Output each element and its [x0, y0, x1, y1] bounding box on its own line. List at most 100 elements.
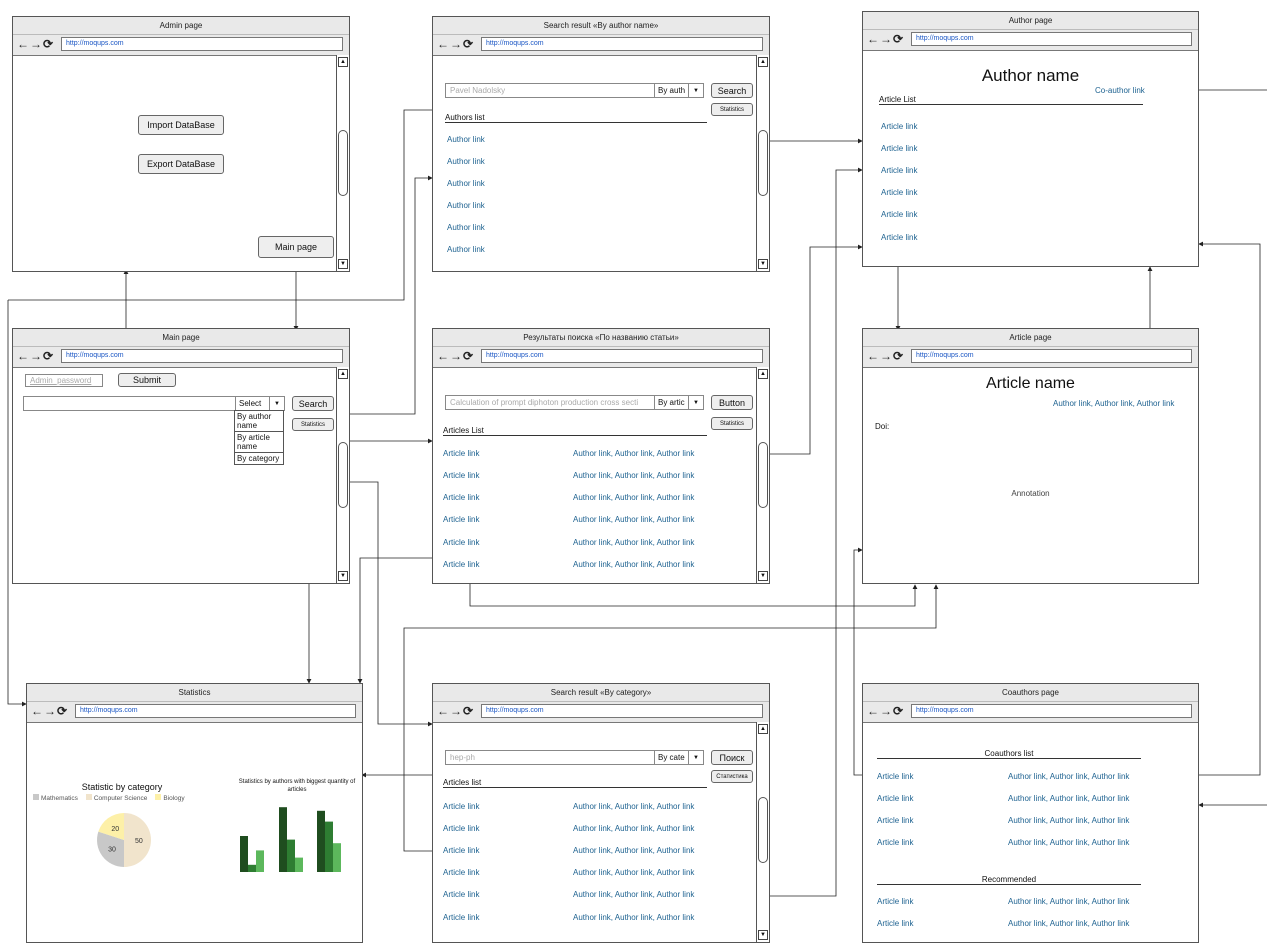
nav-icons[interactable]: ←→⟳: [437, 704, 474, 718]
author-links[interactable]: Author link, Author link, Author link: [573, 802, 694, 811]
author-links[interactable]: Author link, Author link, Author link: [573, 824, 694, 833]
author-links[interactable]: Author link, Author link, Author link: [573, 449, 694, 458]
article-link[interactable]: Article link: [877, 897, 913, 906]
url-field[interactable]: http://moqups.com: [61, 349, 343, 363]
scrollbar[interactable]: ▲ ▼: [336, 367, 349, 583]
article-link[interactable]: Article link: [877, 838, 913, 847]
author-links[interactable]: Author link, Author link, Author link: [573, 471, 694, 480]
scrollbar[interactable]: ▲ ▼: [756, 367, 769, 583]
url-field[interactable]: http://moqups.com: [911, 32, 1192, 46]
article-link[interactable]: Article link: [443, 471, 479, 480]
chevron-down-icon[interactable]: ▼: [688, 84, 703, 97]
article-link[interactable]: Article link: [443, 802, 479, 811]
author-links[interactable]: Author link, Author link, Author link: [573, 493, 694, 502]
url-field[interactable]: http://moqups.com: [481, 349, 763, 363]
article-link[interactable]: Article link: [881, 210, 917, 219]
statistics-button[interactable]: Statistics: [711, 103, 753, 116]
article-link[interactable]: Article link: [877, 919, 913, 928]
url-field[interactable]: http://moqups.com: [911, 349, 1192, 363]
main-page-button[interactable]: Main page: [258, 236, 334, 258]
article-link[interactable]: Article link: [881, 144, 917, 153]
article-link[interactable]: Article link: [443, 538, 479, 547]
url-field[interactable]: http://moqups.com: [61, 37, 343, 51]
scrollbar[interactable]: ▲ ▼: [336, 55, 349, 271]
statistics-button[interactable]: Статистика: [711, 770, 753, 783]
article-link[interactable]: Article link: [443, 824, 479, 833]
author-links[interactable]: Author link, Author link, Author link: [1008, 794, 1129, 803]
author-links[interactable]: Author link, Author link, Author link: [1008, 772, 1129, 781]
author-link[interactable]: Author link: [447, 201, 485, 210]
url-field[interactable]: http://moqups.com: [481, 704, 763, 718]
author-link[interactable]: Author link: [447, 245, 485, 254]
article-link[interactable]: Article link: [443, 868, 479, 877]
article-link[interactable]: Article link: [443, 449, 479, 458]
scrollbar[interactable]: ▲ ▼: [756, 55, 769, 271]
article-link[interactable]: Article link: [443, 890, 479, 899]
search-type-select[interactable]: Select ▼: [235, 396, 285, 411]
author-links[interactable]: Author link, Author link, Author link: [1008, 897, 1129, 906]
button[interactable]: Button: [711, 395, 753, 410]
search-button[interactable]: Поиск: [711, 750, 753, 765]
search-button[interactable]: Search: [711, 83, 753, 98]
search-input[interactable]: Pavel Nadolsky: [445, 83, 657, 98]
author-links[interactable]: Author link, Author link, Author link: [573, 515, 694, 524]
author-links[interactable]: Author link, Author link, Author link: [1053, 399, 1174, 408]
author-links[interactable]: Author link, Author link, Author link: [1008, 838, 1129, 847]
author-link[interactable]: Author link: [447, 223, 485, 232]
author-link[interactable]: Author link: [447, 135, 485, 144]
article-link[interactable]: Article link: [881, 188, 917, 197]
nav-icons[interactable]: ←→⟳: [867, 349, 904, 363]
dropdown-option-author[interactable]: By author name: [235, 411, 283, 432]
author-links[interactable]: Author link, Author link, Author link: [573, 913, 694, 922]
import-database-button[interactable]: Import DataBase: [138, 115, 224, 135]
search-type-select[interactable]: By cate ▼: [654, 750, 704, 765]
article-link[interactable]: Article link: [443, 560, 479, 569]
author-links[interactable]: Author link, Author link, Author link: [573, 538, 694, 547]
nav-icons[interactable]: ←→⟳: [437, 349, 474, 363]
coauthor-link[interactable]: Co-author link: [1095, 86, 1145, 95]
author-link[interactable]: Author link: [447, 179, 485, 188]
admin-password-input[interactable]: Admin_password: [25, 374, 103, 387]
nav-icons[interactable]: ←→⟳: [17, 37, 54, 51]
nav-icons[interactable]: ←→⟳: [31, 704, 68, 718]
article-link[interactable]: Article link: [877, 772, 913, 781]
nav-icons[interactable]: ←→⟳: [867, 32, 904, 46]
url-field[interactable]: http://moqups.com: [481, 37, 763, 51]
export-database-button[interactable]: Export DataBase: [138, 154, 224, 174]
author-links[interactable]: Author link, Author link, Author link: [573, 868, 694, 877]
article-link[interactable]: Article link: [881, 233, 917, 242]
submit-button[interactable]: Submit: [118, 373, 176, 387]
article-link[interactable]: Article link: [881, 166, 917, 175]
author-links[interactable]: Author link, Author link, Author link: [573, 846, 694, 855]
author-links[interactable]: Author link, Author link, Author link: [573, 560, 694, 569]
author-links[interactable]: Author link, Author link, Author link: [573, 890, 694, 899]
author-link[interactable]: Author link: [447, 157, 485, 166]
article-link[interactable]: Article link: [443, 913, 479, 922]
url-field[interactable]: http://moqups.com: [75, 704, 356, 718]
nav-icons[interactable]: ←→⟳: [437, 37, 474, 51]
statistics-button[interactable]: Statistics: [292, 418, 334, 431]
author-links[interactable]: Author link, Author link, Author link: [1008, 816, 1129, 825]
nav-icons[interactable]: ←→⟳: [867, 704, 904, 718]
search-input[interactable]: [23, 396, 237, 411]
statistics-button[interactable]: Statistics: [711, 417, 753, 430]
scrollbar[interactable]: ▲ ▼: [756, 722, 769, 942]
chevron-down-icon[interactable]: ▼: [269, 397, 284, 410]
author-links[interactable]: Author link, Author link, Author link: [1008, 919, 1129, 928]
search-type-select[interactable]: By auth ▼: [654, 83, 704, 98]
chevron-down-icon[interactable]: ▼: [688, 751, 703, 764]
dropdown-option-category[interactable]: By category: [235, 453, 283, 464]
article-link[interactable]: Article link: [877, 816, 913, 825]
article-link[interactable]: Article link: [443, 493, 479, 502]
article-link[interactable]: Article link: [881, 122, 917, 131]
chevron-down-icon[interactable]: ▼: [688, 396, 703, 409]
article-link[interactable]: Article link: [443, 515, 479, 524]
article-link[interactable]: Article link: [443, 846, 479, 855]
search-input[interactable]: Calculation of prompt diphoton productio…: [445, 395, 657, 410]
dropdown-option-article[interactable]: By article name: [235, 432, 283, 453]
article-link[interactable]: Article link: [877, 794, 913, 803]
url-field[interactable]: http://moqups.com: [911, 704, 1192, 718]
search-input[interactable]: hep-ph: [445, 750, 657, 765]
nav-icons[interactable]: ←→⟳: [17, 349, 54, 363]
search-button[interactable]: Search: [292, 396, 334, 411]
